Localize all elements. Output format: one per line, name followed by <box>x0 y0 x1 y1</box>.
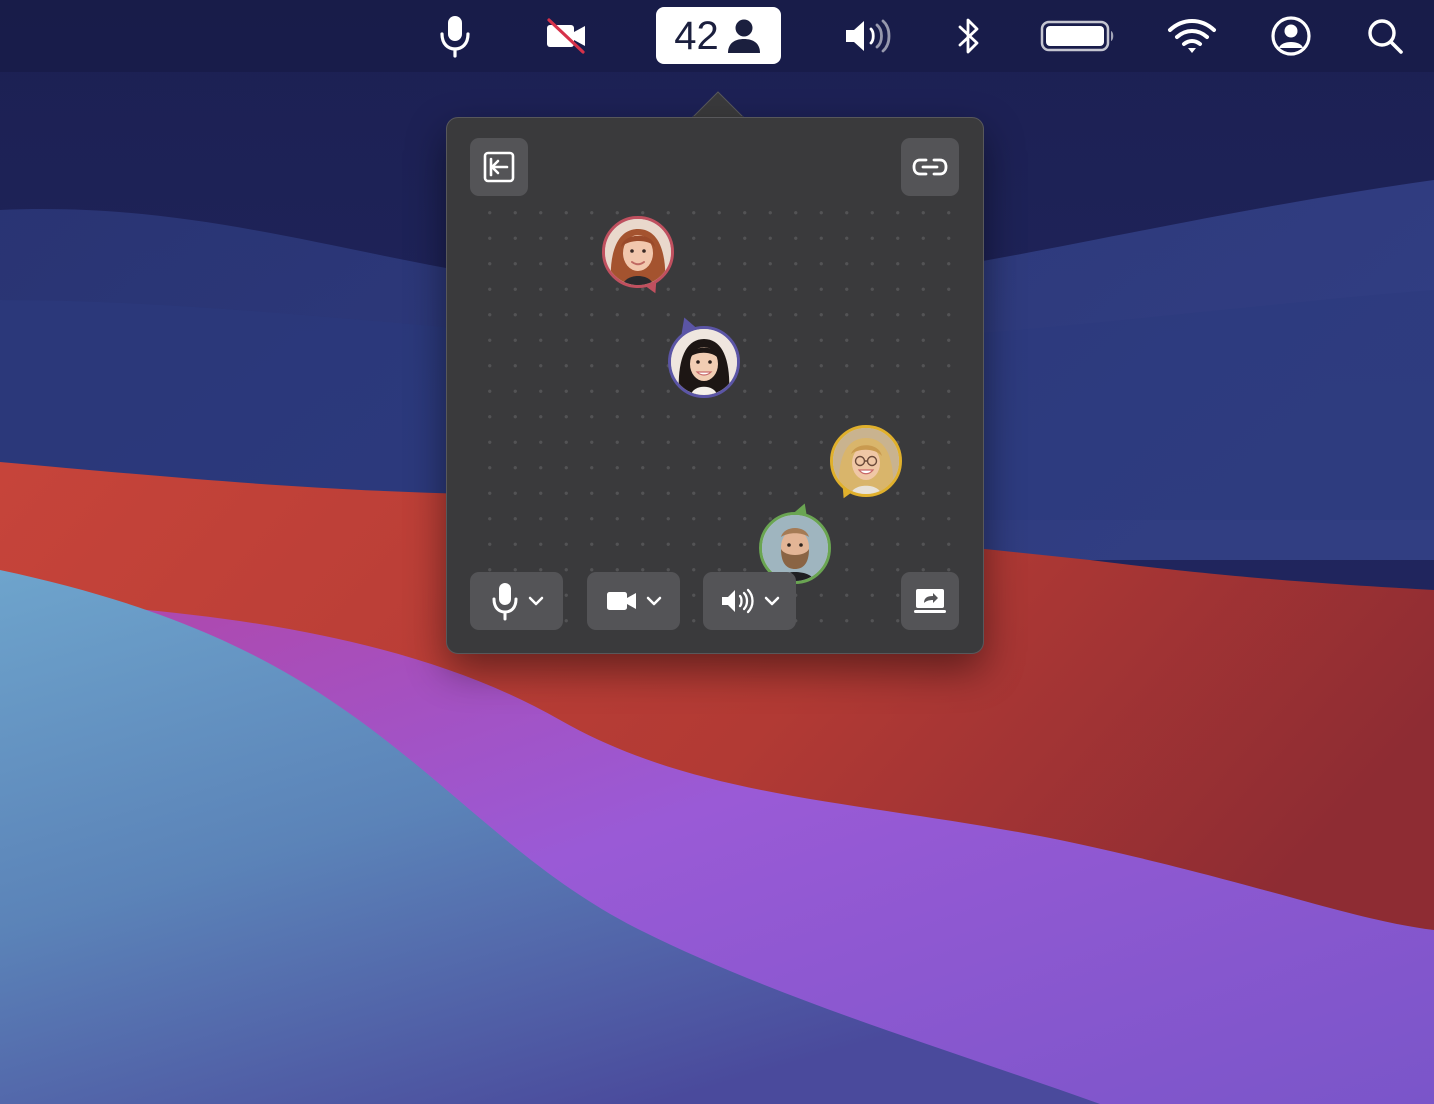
link-icon <box>912 158 948 176</box>
speaker-icon[interactable] <box>842 8 900 64</box>
participant-count-button[interactable]: 42 <box>656 7 781 64</box>
copy-link-button[interactable] <box>901 138 959 196</box>
menu-bar: 42 <box>0 0 1434 72</box>
avatar-woman-glasses <box>830 425 902 497</box>
participant-avatar[interactable] <box>668 314 742 400</box>
wifi-icon[interactable] <box>1164 8 1220 64</box>
participant-avatar[interactable] <box>830 425 904 503</box>
microphone-icon[interactable] <box>432 8 478 64</box>
speaker-icon <box>721 588 754 614</box>
participant-avatar[interactable] <box>602 216 676 298</box>
search-icon[interactable] <box>1362 8 1408 64</box>
avatar-woman-dark-hair <box>668 326 740 398</box>
leave-button[interactable] <box>470 138 528 196</box>
desktop: 42 <box>0 0 1434 1104</box>
screen-share-button[interactable] <box>901 572 959 630</box>
bluetooth-icon[interactable] <box>952 8 986 64</box>
user-account-icon[interactable] <box>1268 8 1314 64</box>
popover-arrow <box>692 91 744 118</box>
video-camera-icon <box>606 592 636 610</box>
call-popover <box>446 117 984 654</box>
chevron-down-icon[interactable] <box>646 596 662 606</box>
microphone-control[interactable] <box>470 572 563 630</box>
chevron-down-icon[interactable] <box>528 596 544 606</box>
speaker-control[interactable] <box>703 572 796 630</box>
leave-icon <box>483 151 515 183</box>
battery-icon[interactable] <box>1038 8 1118 64</box>
participant-count: 42 <box>674 13 719 58</box>
microphone-icon <box>492 583 517 621</box>
video-off-icon[interactable] <box>542 8 590 64</box>
person-icon <box>727 19 760 53</box>
chevron-down-icon[interactable] <box>764 596 780 606</box>
screen-share-icon <box>914 589 946 613</box>
avatar-woman-red-hair <box>602 216 674 288</box>
camera-control[interactable] <box>587 572 680 630</box>
